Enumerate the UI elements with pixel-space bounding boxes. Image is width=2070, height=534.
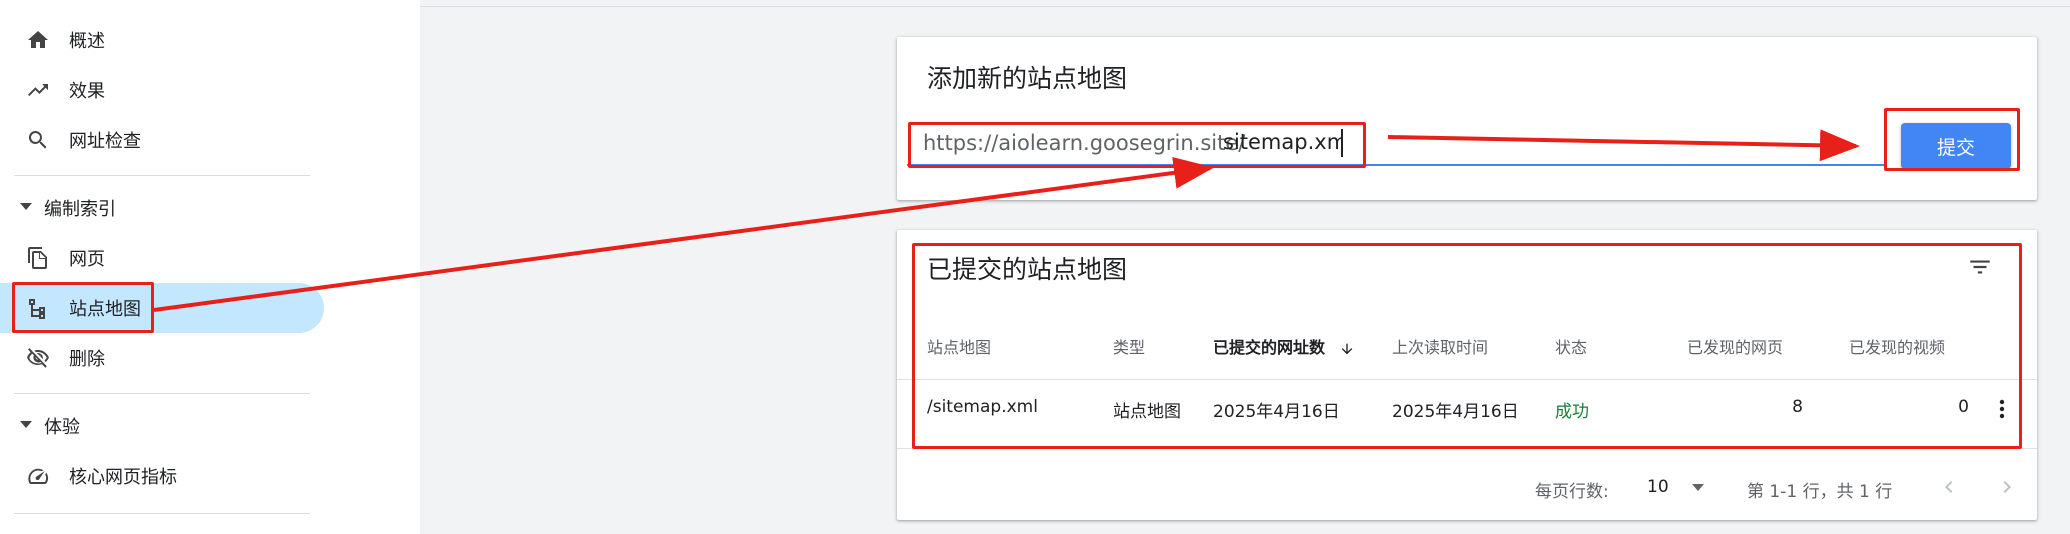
arrow-input-to-submit [1387, 129, 1860, 162]
annotation-arrows [153, 129, 1860, 312]
arrow-nav-to-input [153, 156, 1214, 312]
